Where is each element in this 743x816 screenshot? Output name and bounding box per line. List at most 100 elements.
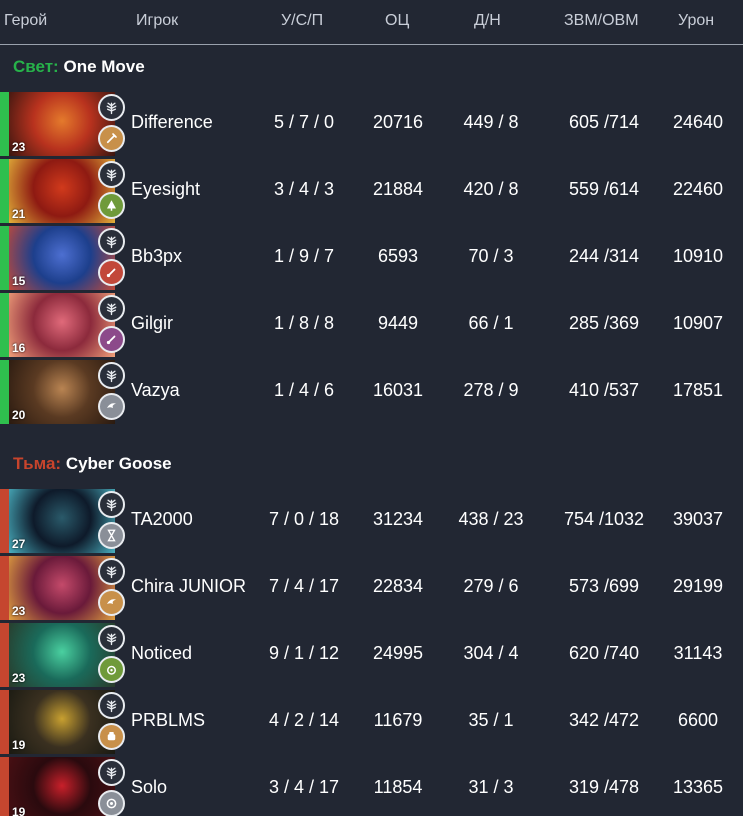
- last-hits-denies-value: 66 / 1: [468, 313, 514, 333]
- last-hits-denies-value: 70 / 3: [468, 246, 514, 266]
- networth-value: 6593: [377, 246, 419, 266]
- gpm-xpm-value: 573 /699: [568, 576, 640, 596]
- hero-level: 23: [12, 604, 26, 618]
- networth-value: 31234: [372, 509, 424, 529]
- laurel-icon: [98, 295, 125, 322]
- table-header: Герой Игрок У/С/П ОЦ Д/Н ЗВМ/ОВМ Урон: [0, 0, 743, 45]
- laurel-icon: [98, 491, 125, 518]
- networth-value: 21884: [372, 179, 424, 199]
- player-row[interactable]: 23 Noticed 9 / 1 / 12 24995 304 / 4 620 /740 3…: [0, 623, 743, 687]
- header-damage[interactable]: Урон: [678, 12, 714, 30]
- team-title: Свет: One Move: [13, 57, 145, 77]
- kda-value: 1 / 4 / 6: [273, 380, 335, 400]
- damage-value: 13365: [672, 777, 724, 797]
- networth-value: 20716: [372, 112, 424, 132]
- hero-level: 19: [12, 738, 26, 752]
- kda-value: 4 / 2 / 14: [268, 710, 340, 730]
- kda-value: 7 / 4 / 17: [268, 576, 340, 596]
- gpm-xpm-value: 342 /472: [568, 710, 640, 730]
- last-hits-denies-value: 279 / 6: [463, 576, 519, 596]
- kda-value: 5 / 7 / 0: [273, 112, 335, 132]
- laurel-icon: [98, 692, 125, 719]
- player-name[interactable]: Eyesight: [131, 179, 200, 200]
- damage-value: 24640: [672, 112, 724, 132]
- damage-value: 22460: [672, 179, 724, 199]
- player-row[interactable]: 21 Eyesight 3 / 4 / 3 21884 420 / 8 559 /614 2…: [0, 159, 743, 223]
- team-color-bar: [0, 92, 9, 156]
- roam-wind-icon: [98, 589, 125, 616]
- damage-value: 31143: [673, 643, 723, 663]
- player-row[interactable]: 23 Chira JUNIOR 7 / 4 / 17 22834 279 / 6 573 …: [0, 556, 743, 620]
- laurel-icon: [98, 625, 125, 652]
- header-player[interactable]: Игрок: [136, 12, 178, 30]
- team-color-bar: [0, 159, 9, 223]
- roam-wind-icon: [98, 393, 125, 420]
- player-row[interactable]: 19 Solo 3 / 4 / 17 11854 31 / 3 319 /478 13365: [0, 757, 743, 816]
- player-name[interactable]: Chira JUNIOR: [131, 576, 246, 597]
- team-color-bar: [0, 690, 9, 754]
- hero-level: 20: [12, 408, 26, 422]
- hero-level: 19: [12, 805, 26, 816]
- header-last-hits-denies[interactable]: Д/Н: [474, 12, 501, 30]
- player-name[interactable]: TA2000: [131, 509, 193, 530]
- last-hits-denies-value: 420 / 8: [463, 179, 519, 199]
- kda-value: 3 / 4 / 17: [268, 777, 340, 797]
- team-name[interactable]: One Move: [63, 57, 144, 76]
- networth-value: 11679: [373, 710, 423, 730]
- gpm-xpm-value: 285 /369: [568, 313, 640, 333]
- player-name[interactable]: Bb3px: [131, 246, 182, 267]
- player-row[interactable]: 19 PRBLMS 4 / 2 / 14 11679 35 / 1 342 /472 660…: [0, 690, 743, 754]
- player-row[interactable]: 20 Vazya 1 / 4 / 6 16031 278 / 9 410 /537 1785…: [0, 360, 743, 424]
- player-name[interactable]: Difference: [131, 112, 213, 133]
- gpm-xpm-value: 605 /714: [568, 112, 640, 132]
- disabler-eye-icon: [98, 790, 125, 816]
- laurel-icon: [98, 228, 125, 255]
- damage-value: 17851: [672, 380, 724, 400]
- networth-value: 11854: [373, 777, 423, 797]
- team-side-label: Свет:: [13, 57, 59, 76]
- player-row[interactable]: 15 Bb3px 1 / 9 / 7 6593 70 / 3 244 /314 10910: [0, 226, 743, 290]
- header-kda[interactable]: У/С/П: [281, 12, 323, 30]
- nuker-swirl-icon: [98, 656, 125, 683]
- hero-level: 27: [12, 537, 26, 551]
- header-networth[interactable]: ОЦ: [385, 12, 409, 30]
- player-row[interactable]: 16 Gilgir 1 / 8 / 8 9449 66 / 1 285 /369 10907: [0, 293, 743, 357]
- last-hits-denies-value: 438 / 23: [458, 509, 524, 529]
- gpm-xpm-value: 559 /614: [568, 179, 640, 199]
- pusher-fist-icon: [98, 723, 125, 750]
- last-hits-denies-value: 31 / 3: [468, 777, 514, 797]
- damage-value: 29199: [672, 576, 724, 596]
- networth-value: 22834: [372, 576, 424, 596]
- kda-value: 1 / 9 / 7: [273, 246, 335, 266]
- team-color-bar: [0, 489, 9, 553]
- support-flask-icon: [98, 259, 125, 286]
- player-name[interactable]: Solo: [131, 777, 167, 798]
- kda-value: 1 / 8 / 8: [273, 313, 335, 333]
- player-name[interactable]: Noticed: [131, 643, 192, 664]
- team-color-bar: [0, 293, 9, 357]
- team-name[interactable]: Cyber Goose: [66, 454, 172, 473]
- networth-value: 9449: [377, 313, 419, 333]
- gpm-xpm-value: 754 /1032: [563, 509, 645, 529]
- player-row[interactable]: 23 Difference 5 / 7 / 0 20716 449 / 8 605 /71…: [0, 92, 743, 156]
- hero-level: 16: [12, 341, 26, 355]
- player-name[interactable]: Gilgir: [131, 313, 173, 334]
- player-name[interactable]: Vazya: [131, 380, 180, 401]
- team-color-bar: [0, 623, 9, 687]
- hero-level: 21: [12, 207, 26, 221]
- networth-value: 16031: [372, 380, 424, 400]
- offlane-tree-icon: [98, 192, 125, 219]
- carry-sword-icon: [98, 125, 125, 152]
- header-hero[interactable]: Герой: [4, 12, 47, 30]
- hero-level: 23: [12, 671, 26, 685]
- laurel-icon: [98, 362, 125, 389]
- player-name[interactable]: PRBLMS: [131, 710, 205, 731]
- damage-value: 10907: [672, 313, 724, 333]
- hero-level: 15: [12, 274, 26, 288]
- team-color-bar: [0, 360, 9, 424]
- team-side-label: Тьма:: [13, 454, 62, 473]
- player-row[interactable]: 27 TA2000 7 / 0 / 18 31234 438 / 23 754 /1032…: [0, 489, 743, 553]
- kda-value: 3 / 4 / 3: [273, 179, 335, 199]
- hero-level: 23: [12, 140, 26, 154]
- header-gpm-xpm[interactable]: ЗВМ/ОВМ: [564, 12, 639, 30]
